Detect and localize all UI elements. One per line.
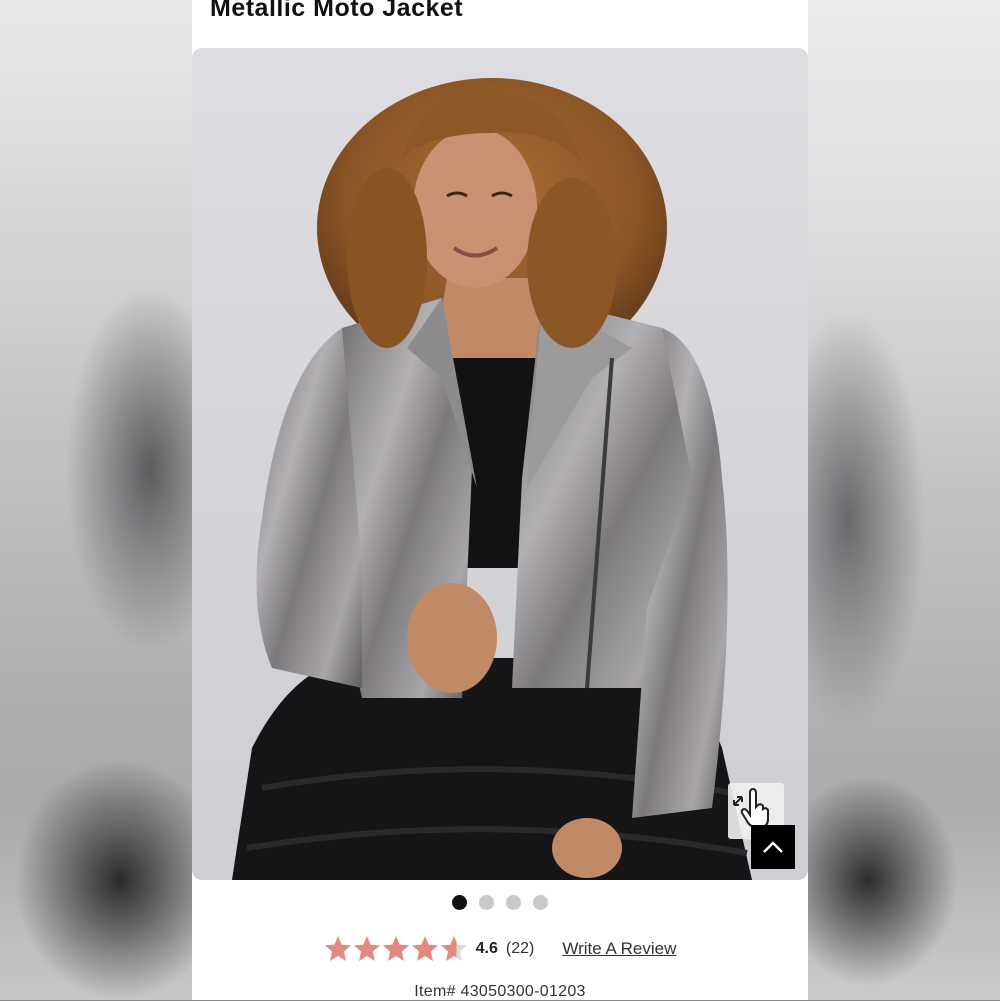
carousel-pagination (192, 895, 808, 911)
product-image[interactable] (192, 48, 808, 880)
rating-row: 4.6 (22) Write A Review (192, 932, 808, 966)
star-icon (382, 936, 409, 961)
scroll-to-top-button[interactable] (751, 825, 795, 869)
rating-value: 4.6 (475, 940, 498, 957)
carousel-dot-3[interactable] (506, 895, 521, 910)
expand-hand-icon (733, 787, 769, 828)
carousel-dot-2[interactable] (479, 895, 494, 910)
product-title: Metallic Moto Jacket (210, 0, 464, 22)
star-icon (411, 936, 438, 961)
star-icon (353, 936, 380, 961)
chevron-up-icon (763, 841, 783, 853)
blurred-backdrop-right (808, 0, 1000, 1000)
carousel-dot-4[interactable] (533, 895, 548, 910)
item-number: Item# 43050300-01203 (414, 983, 586, 1000)
carousel-dot-1[interactable] (452, 895, 467, 910)
star-rating (324, 935, 468, 963)
review-count: (22) (505, 940, 535, 957)
star-icon (440, 936, 467, 961)
blurred-backdrop-left (0, 0, 192, 1000)
model-photo (232, 78, 752, 880)
product-page: Metallic Moto Jacket 4.6 (22) Write A Re… (192, 0, 808, 1000)
star-icon (324, 936, 351, 961)
write-review-link[interactable]: Write A Review (562, 939, 676, 959)
